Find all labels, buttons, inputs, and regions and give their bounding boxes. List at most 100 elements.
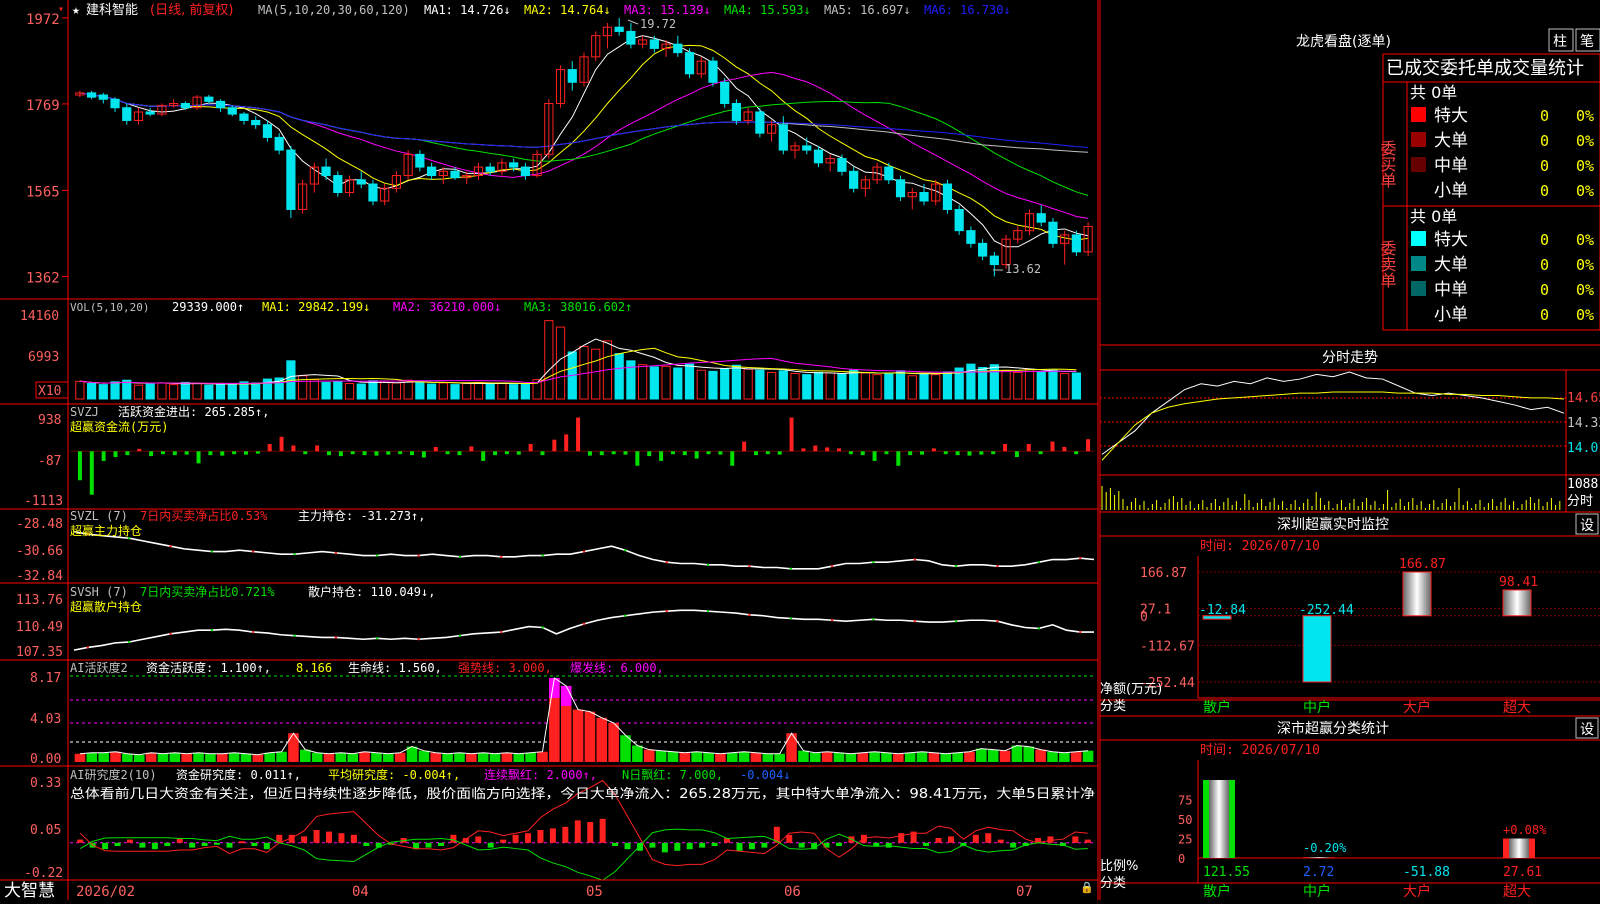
ai2-bar bbox=[572, 709, 584, 762]
svzj-bar bbox=[789, 417, 794, 452]
ai2-bar bbox=[193, 752, 204, 762]
dragon-swatch bbox=[1411, 256, 1426, 271]
volume-bar bbox=[919, 373, 929, 400]
volume-bar bbox=[626, 360, 636, 400]
air-bar bbox=[1084, 839, 1091, 843]
svsh-extra: 散户持仓: 110.049↓, bbox=[308, 584, 435, 599]
candle-body bbox=[731, 102, 742, 121]
svzj-bar bbox=[706, 451, 711, 455]
volume-bar bbox=[720, 368, 730, 400]
ai2-bar bbox=[300, 749, 311, 762]
ai2-bar bbox=[726, 752, 738, 762]
volume-bar bbox=[1048, 369, 1058, 400]
air-bar bbox=[947, 836, 954, 843]
dragon-tabs[interactable]: 已成交委托单成交量统计 bbox=[1386, 58, 1584, 79]
svzj-bar bbox=[504, 451, 509, 455]
svzl-point bbox=[954, 564, 958, 568]
dragon-row-name: 大单 bbox=[1434, 131, 1468, 151]
classify-tick-0: 75 bbox=[1178, 794, 1192, 808]
air-bar bbox=[612, 842, 619, 846]
date-label-1: 04 bbox=[352, 884, 369, 900]
volume-bar bbox=[356, 383, 366, 400]
svzj-title: SVZJ bbox=[70, 405, 99, 419]
ai2-v2: 8.166 bbox=[296, 661, 332, 675]
candle-body bbox=[813, 149, 824, 164]
dragon-row-count: 0 bbox=[1540, 132, 1549, 150]
air-bar bbox=[748, 842, 755, 850]
volume-bar bbox=[251, 382, 261, 400]
svzj-bar bbox=[410, 451, 415, 456]
candle-body bbox=[286, 149, 296, 210]
ai2-bar bbox=[1059, 752, 1070, 762]
monitor-bar-label: 166.87 bbox=[1399, 557, 1446, 572]
svzj-bar bbox=[1026, 444, 1031, 452]
ai2-bar bbox=[311, 752, 323, 762]
svzj-sub: 超赢资金流(万元) bbox=[70, 419, 168, 434]
svzj-bar bbox=[1074, 451, 1079, 455]
intraday-tick-0: 14.65 bbox=[1567, 391, 1600, 406]
lock-icon[interactable]: 🔒 bbox=[1080, 881, 1094, 894]
svzj-tick-0: 938 bbox=[38, 413, 61, 428]
tick-view-label: 笔 bbox=[1580, 34, 1594, 50]
svzj-bar bbox=[89, 451, 94, 495]
classify-settings-label: 设 bbox=[1580, 722, 1594, 738]
air-bar bbox=[226, 842, 233, 848]
svsh-title: SVSH (7) bbox=[70, 585, 128, 599]
volume-bar bbox=[837, 373, 847, 400]
vol-unit: X10 bbox=[38, 384, 61, 399]
svzj-bar bbox=[825, 447, 830, 452]
candle-body bbox=[485, 166, 495, 172]
air-bar bbox=[251, 842, 258, 846]
monitor-category: 超大 bbox=[1503, 700, 1531, 716]
intraday-tick-1: 14.33 bbox=[1567, 416, 1600, 431]
candle-body bbox=[755, 111, 765, 134]
classify-side-label: 比例% bbox=[1100, 859, 1138, 874]
candle-body bbox=[673, 43, 683, 54]
stock-chart-canvas[interactable]: 1972 1769 1565 1362 ★ 建科智能 (日线, 前复权) MA(5,1… bbox=[0, 0, 1600, 901]
dragon-row-name: 小单 bbox=[1434, 305, 1468, 325]
svzj-bar bbox=[1014, 451, 1019, 458]
air-bar bbox=[562, 826, 569, 843]
svzj-bar bbox=[398, 451, 403, 455]
ma-legend-3: MA3: 15.139↓ bbox=[624, 3, 711, 17]
svzj-bar bbox=[931, 448, 936, 452]
ai2-bar bbox=[821, 751, 833, 762]
air-bar bbox=[126, 839, 133, 843]
svzj-bar bbox=[457, 451, 462, 456]
svzl-tick-2: -32.84 bbox=[16, 569, 63, 584]
dragon-row-name: 大单 bbox=[1434, 255, 1468, 275]
svzj-bar bbox=[682, 451, 687, 456]
date-label-0: 2026/02 bbox=[76, 884, 135, 900]
svsh-point bbox=[86, 646, 89, 649]
svzj-bar bbox=[350, 451, 355, 455]
ai2-bar bbox=[240, 753, 252, 762]
ai2-bar bbox=[833, 752, 845, 762]
ai2-bar bbox=[228, 752, 240, 762]
price-high-marker: 19.72 bbox=[640, 17, 676, 31]
ai2-bar bbox=[205, 753, 216, 762]
svzl-point bbox=[830, 564, 834, 568]
ai2-bar bbox=[86, 752, 98, 762]
air-bar bbox=[574, 820, 581, 843]
ai2-tick-0: 8.17 bbox=[30, 671, 61, 686]
svzj-bar bbox=[160, 451, 165, 455]
vol-ma1: MA1: 29842.199↓ bbox=[262, 300, 370, 314]
volume-bar bbox=[122, 379, 132, 400]
air-bar bbox=[151, 842, 158, 850]
air-bar bbox=[189, 842, 196, 848]
candle-body bbox=[942, 183, 953, 210]
air-bar bbox=[649, 842, 656, 848]
air-bar bbox=[139, 842, 146, 848]
svzj-bar bbox=[848, 451, 853, 455]
svzj-bar bbox=[943, 451, 948, 455]
air-bar bbox=[164, 842, 171, 846]
vol-tick-1: 6993 bbox=[28, 350, 59, 365]
svzj-bar bbox=[908, 451, 913, 456]
svzj-bar bbox=[1086, 439, 1091, 452]
classify-tick-1: 50 bbox=[1178, 813, 1192, 827]
ai2-bar bbox=[157, 753, 169, 762]
svzl-point bbox=[293, 552, 296, 556]
svzl-point bbox=[376, 554, 379, 557]
air-avg: 平均研究度: -0.004↑, bbox=[328, 767, 460, 782]
svzj-bar bbox=[576, 417, 581, 452]
